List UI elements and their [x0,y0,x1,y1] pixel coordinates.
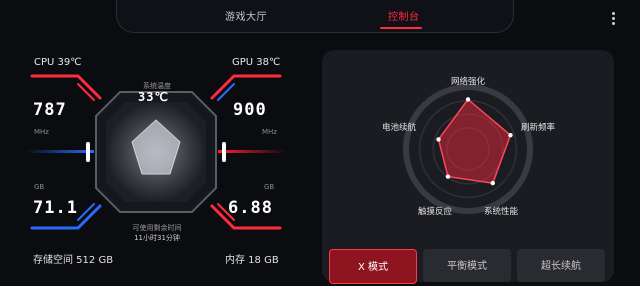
storage-unit: GB [34,183,45,191]
cpu-temperature: CPU 39℃ [34,57,82,68]
radar-label-network: 网络强化 [451,77,486,87]
long-battery-mode-button[interactable]: 超长续航 [517,249,605,282]
radar-point-refresh [508,133,513,138]
radar-point-network [465,97,471,102]
storage-total: 存储空间 512 GB [33,255,114,266]
cpu-frequency-unit: MHz [34,128,49,136]
more-vertical-icon[interactable] [609,12,617,28]
cpu-frequency: 787 [33,100,67,120]
radar-point-battery [436,137,441,142]
radar-label-touch: 触摸反应 [418,207,453,217]
tab-console[interactable]: 控制台 [388,8,420,23]
balanced-mode-button[interactable]: 平衡模式 [423,249,511,282]
storage-used: 71.1 [33,198,78,218]
top-tab-bar [116,0,514,33]
memory-used: 6.88 [228,198,273,218]
radar-point-performance [490,180,495,186]
gpu-frequency: 900 [233,100,267,120]
active-tab-indicator [380,27,422,29]
remaining-time-label: 可使用剩余时间 [132,224,182,232]
memory-unit: GB [264,183,275,191]
system-temp-value: 33℃ [138,90,169,104]
gpu-frequency-unit: MHz [262,128,277,136]
radar-label-refresh: 刷新频率 [521,123,556,133]
radar-point-touch [445,174,451,179]
gpu-temperature: GPU 38℃ [232,57,281,68]
memory-total: 内存 18 GB [225,255,279,266]
radar-label-battery: 电池续航 [382,123,417,133]
tab-game-lobby[interactable]: 游戏大厅 [225,8,267,23]
x-mode-button[interactable]: X 模式 [329,249,417,284]
radar-label-performance: 系统性能 [484,207,519,217]
remaining-time-value: 11小时31分钟 [134,234,180,242]
